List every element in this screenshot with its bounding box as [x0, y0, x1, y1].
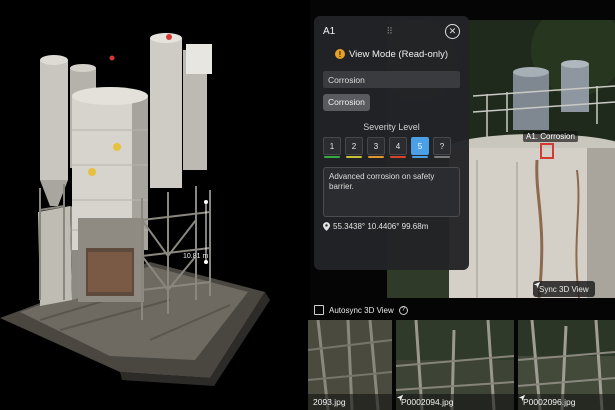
panel-title: A1: [323, 25, 336, 37]
thumbnail-caption: P0002094.jpg: [396, 394, 514, 410]
severity-unknown-button[interactable]: ?: [433, 137, 451, 158]
severity-2-button[interactable]: 2: [345, 137, 363, 158]
thumbnail-caption: 2093.jpg: [308, 394, 392, 410]
annotation-type-value: Corrosion: [328, 74, 365, 85]
annotation-label: A1. Corrosion: [523, 131, 578, 142]
help-icon[interactable]: ?: [398, 305, 408, 315]
thumbnail-caption: P0002096.jpg: [518, 394, 615, 410]
location-readout: 55.3438° 10.4406° 99.68m: [323, 222, 460, 231]
sync-3d-view-label: Sync 3D View: [539, 284, 589, 294]
thumbnail-filename: 2093.jpg: [313, 397, 346, 407]
model-viewport[interactable]: 10.81 m: [0, 0, 310, 410]
autosync-label: Autosync 3D View: [329, 305, 394, 315]
measurement-label: 10.81 m: [183, 253, 209, 260]
navigate-arrow-icon[interactable]: [396, 394, 404, 402]
sync-3d-view-button[interactable]: Sync 3D View: [533, 281, 595, 297]
annotation-type-field[interactable]: Corrosion: [323, 71, 460, 88]
navigate-arrow-icon[interactable]: [518, 394, 526, 402]
severity-selector: 1 2 3 4 5 ?: [323, 137, 460, 158]
warning-icon: !: [334, 49, 345, 59]
annotation-marker[interactable]: [540, 143, 554, 159]
description-textarea[interactable]: Advanced corrosion on safety barrier.: [323, 167, 460, 217]
thumbnail-filename: P0002094.jpg: [401, 397, 454, 407]
panel-header[interactable]: A1 ⠿ ✕: [323, 16, 460, 46]
severity-4-button[interactable]: 4: [389, 137, 407, 158]
autosync-checkbox[interactable]: [314, 305, 324, 315]
annotation-info-panel: A1 ⠿ ✕ ! View Mode (Read-only) Corrosion…: [314, 16, 469, 270]
severity-level-label: Severity Level: [363, 122, 420, 132]
autosync-toggle[interactable]: Autosync 3D View ?: [314, 305, 408, 315]
photo-thumbnail-1[interactable]: 2093.jpg: [308, 320, 392, 410]
view-mode-label: View Mode (Read-only): [348, 48, 449, 60]
photo-thumbnail-2[interactable]: P0002094.jpg: [396, 320, 514, 410]
close-icon[interactable]: ✕: [444, 23, 460, 39]
thumbnail-filename: P0002096.jpg: [523, 397, 576, 407]
location-pin-icon: [323, 222, 330, 231]
silo-model-render: [0, 33, 270, 386]
view-mode-indicator: ! View Mode (Read-only): [323, 47, 460, 61]
severity-3-button[interactable]: 3: [367, 137, 385, 158]
photo-thumbnail-3[interactable]: P0002096.jpg: [518, 320, 615, 410]
annotation-tag[interactable]: Corrosion: [323, 94, 370, 111]
drag-handle-icon[interactable]: ⠿: [386, 26, 394, 37]
severity-1-button[interactable]: 1: [323, 137, 341, 158]
location-coordinates: 55.3438° 10.4406° 99.68m: [333, 222, 429, 231]
severity-5-button[interactable]: 5: [411, 137, 429, 158]
navigate-arrow-icon: [533, 281, 541, 289]
